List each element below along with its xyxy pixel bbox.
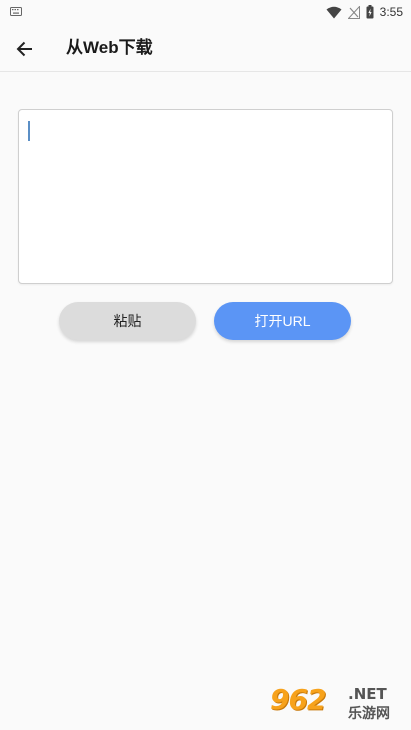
watermark-logo: 962 .NET 乐游网 — [270, 683, 406, 725]
page-title: 从Web下载 — [66, 38, 153, 57]
battery-icon — [366, 5, 374, 19]
watermark-suffix: .NET — [348, 685, 387, 703]
watermark-site-name: 乐游网 — [348, 706, 390, 722]
back-button[interactable] — [10, 34, 40, 64]
app-bar: 从Web下载 — [0, 24, 411, 72]
arrow-left-icon — [16, 41, 32, 57]
text-caret — [28, 121, 30, 141]
wifi-icon — [326, 6, 342, 18]
status-bar: 3:55 — [0, 0, 411, 24]
url-input[interactable] — [18, 109, 393, 284]
status-time: 3:55 — [379, 5, 403, 19]
open-url-button[interactable]: 打开URL — [214, 302, 351, 340]
status-icons: 3:55 — [326, 3, 403, 21]
no-signal-icon — [347, 5, 360, 19]
watermark-number: 962 — [270, 683, 326, 716]
paste-button[interactable]: 粘贴 — [59, 302, 196, 340]
keyboard-icon — [10, 7, 22, 16]
